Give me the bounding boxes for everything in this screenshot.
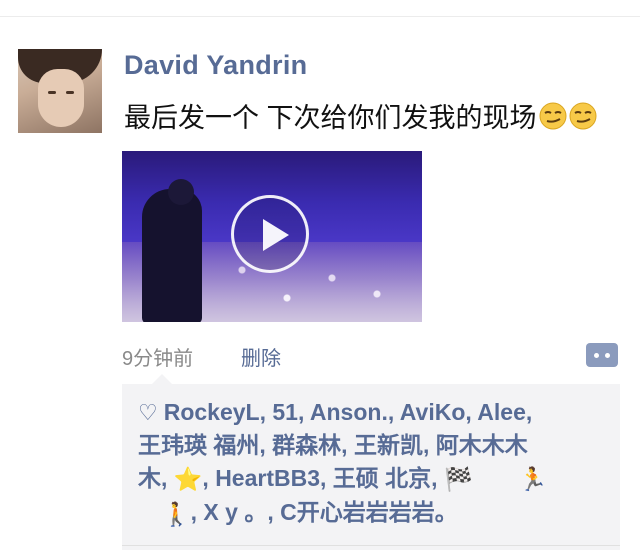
video-thumbnail[interactable] bbox=[122, 151, 422, 322]
avatar-face bbox=[38, 69, 84, 127]
bottom-divider bbox=[122, 545, 620, 546]
heart-outline-icon: ♡ bbox=[138, 400, 158, 425]
top-divider bbox=[0, 16, 640, 17]
smirk-face-icon bbox=[539, 102, 567, 129]
avatar-eye-left bbox=[48, 91, 56, 94]
comment-dot-icon bbox=[605, 353, 610, 358]
post-text: 最后发一个 下次给你们发我的现场 bbox=[124, 96, 597, 135]
smirk-face-icon bbox=[569, 102, 597, 129]
runner-icon: 🏃 bbox=[518, 466, 548, 493]
likes-line-4[interactable]: , X y 。, C开心岩岩岩岩。 bbox=[191, 499, 458, 525]
likes-line-3b[interactable]: , HeartBB3, 王硕 北京, bbox=[202, 465, 444, 491]
likes-panel: ♡ RockeyL, 51, Anson., AviKo, Alee, 王玮瑛 福… bbox=[122, 374, 620, 550]
avatar[interactable] bbox=[18, 49, 102, 133]
comment-menu-button[interactable] bbox=[586, 343, 618, 367]
video-performer bbox=[142, 189, 202, 322]
likes-panel-tail bbox=[152, 374, 172, 384]
walking-person-icon: 🚶 bbox=[162, 500, 191, 527]
post-text-content: 最后发一个 下次给你们发我的现场 bbox=[124, 103, 537, 133]
video-performer-head bbox=[168, 179, 194, 205]
likes-line-3a[interactable]: 木, bbox=[138, 465, 174, 491]
likes-list: ♡ RockeyL, 51, Anson., AviKo, Alee, 王玮瑛 福… bbox=[138, 396, 618, 531]
checkered-flag-icon: 🏁 bbox=[443, 466, 473, 493]
play-triangle-icon bbox=[263, 219, 289, 251]
avatar-eye-right bbox=[66, 91, 74, 94]
likes-line-1[interactable]: RockeyL, 51, Anson., AviKo, Alee, bbox=[164, 399, 533, 425]
post-timestamp: 9分钟前 bbox=[122, 348, 194, 370]
post-username[interactable]: David Yandrin bbox=[124, 50, 307, 81]
star-emoji-icon: ⭐ bbox=[173, 466, 203, 493]
play-icon[interactable] bbox=[231, 195, 309, 273]
likes-line-2[interactable]: 王玮瑛 福州, 群森林, 王新凯, 阿木木木 bbox=[138, 432, 528, 458]
comment-dot-icon bbox=[594, 353, 599, 358]
delete-button[interactable]: 删除 bbox=[241, 342, 281, 371]
